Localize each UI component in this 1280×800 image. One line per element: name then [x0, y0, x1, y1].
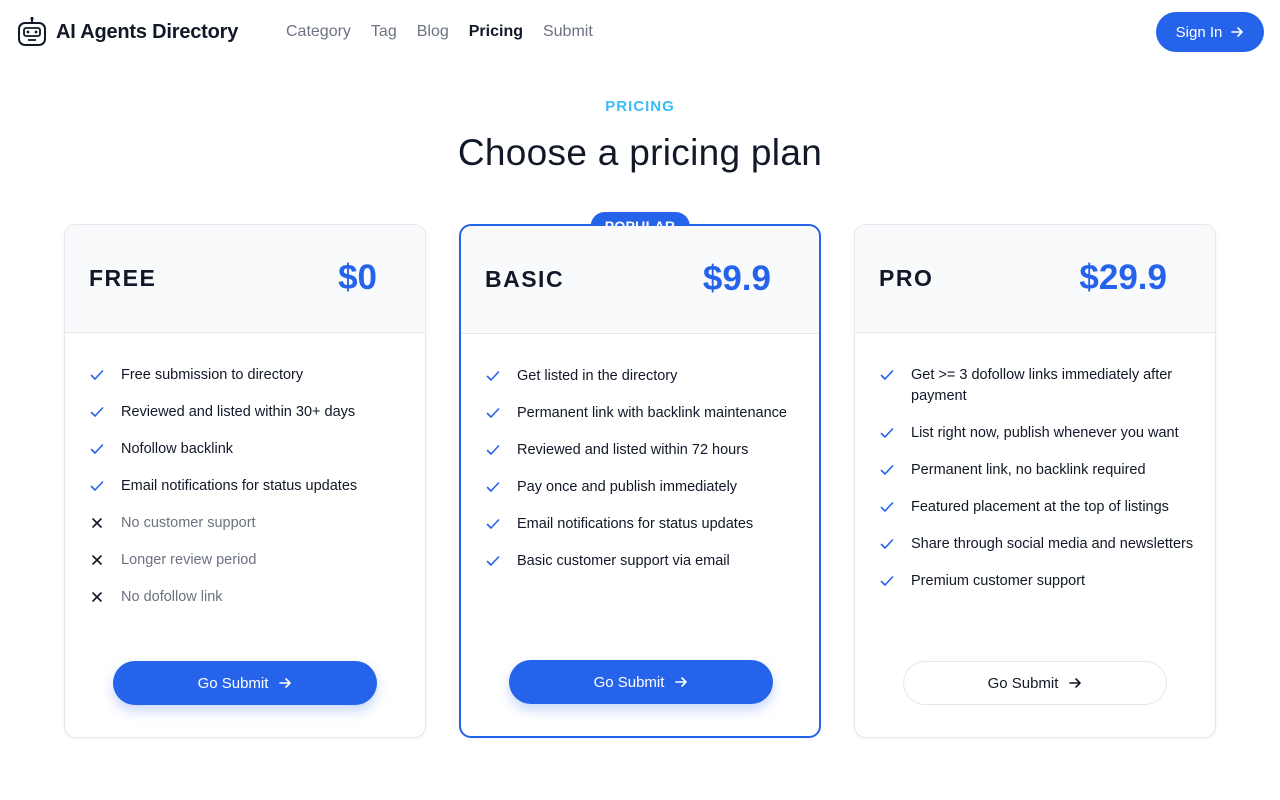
plan-name: PRO: [879, 265, 934, 291]
feature-item: Email notifications for status updates: [485, 514, 799, 535]
feature-text: Email notifications for status updates: [121, 478, 358, 494]
check-icon: [486, 482, 500, 492]
feature-text: Email notifications for status updates: [517, 516, 754, 532]
plan-card-free: FREE $0 Free submission to directory Revi…: [64, 224, 426, 738]
sign-in-button[interactable]: Sign In: [1156, 12, 1264, 52]
feature-item: Reviewed and listed within 72 hours: [485, 440, 799, 461]
plan-price: $29.9: [1079, 258, 1167, 297]
arrow-right-icon: [1231, 27, 1244, 37]
feature-text: Pay once and publish immediately: [517, 479, 738, 495]
feature-item: Email notifications for status updates: [89, 476, 405, 497]
plan-name: FREE: [89, 265, 157, 291]
feature-item: List right now, publish whenever you wan…: [879, 423, 1195, 444]
feature-text: Premium customer support: [911, 573, 1086, 589]
check-icon: [880, 539, 894, 549]
check-icon: [880, 428, 894, 438]
feature-text: Get listed in the directory: [517, 368, 678, 384]
feature-item: No customer support: [89, 513, 405, 534]
check-icon: [486, 371, 500, 381]
feature-text: Basic customer support via email: [517, 553, 730, 569]
feature-text: Featured placement at the top of listing…: [911, 499, 1169, 515]
plan-header: FREE $0: [65, 225, 425, 333]
brand-name: AI Agents Directory: [56, 20, 239, 43]
cta-label: Go Submit: [987, 674, 1059, 692]
plan-header: BASIC $9.9: [461, 226, 819, 334]
check-icon: [90, 481, 104, 491]
feature-item: Get listed in the directory: [485, 366, 799, 387]
cta-label: Go Submit: [197, 674, 269, 692]
nav-item-pricing[interactable]: Pricing: [469, 20, 523, 44]
check-icon: [90, 444, 104, 454]
feature-item: Nofollow backlink: [89, 439, 405, 460]
check-icon: [880, 502, 894, 512]
feature-text: List right now, publish whenever you wan…: [911, 425, 1179, 441]
feature-text: Reviewed and listed within 72 hours: [517, 442, 749, 458]
page-title: Choose a pricing plan: [457, 132, 823, 173]
feature-item: Share through social media and newslette…: [879, 534, 1195, 555]
feature-text: Free submission to directory: [121, 367, 304, 383]
plan-price: $9.9: [702, 259, 771, 298]
nav-item-tag[interactable]: Tag: [371, 20, 397, 44]
feature-item: Permanent link with backlink maintenance: [485, 403, 799, 424]
feature-text: Get >= 3 dofollow links immediately afte…: [911, 367, 1173, 404]
plan-card-pro: PRO $29.9 Get >= 3 dofollow links immedi…: [854, 224, 1216, 738]
feature-text: No dofollow link: [121, 589, 223, 605]
check-icon: [880, 370, 894, 380]
arrow-right-icon: [1069, 678, 1082, 688]
check-icon: [486, 445, 500, 455]
go-submit-button[interactable]: Go Submit: [113, 661, 377, 705]
feature-item: Free submission to directory: [89, 365, 405, 386]
feature-text: No customer support: [121, 515, 256, 531]
feature-item: Basic customer support via email: [485, 551, 799, 572]
brand-logo[interactable]: AI Agents Directory: [16, 16, 238, 48]
x-icon: [92, 518, 102, 528]
feature-text: Share through social media and newslette…: [911, 536, 1194, 552]
x-icon: [92, 592, 102, 602]
feature-list: Free submission to directory Reviewed and…: [89, 365, 405, 624]
feature-text: Permanent link, no backlink required: [911, 462, 1146, 478]
check-icon: [486, 408, 500, 418]
plan-card-basic: POPULAR BASIC $9.9 Get listed in the dir…: [459, 212, 821, 738]
plan-name: BASIC: [485, 266, 565, 292]
nav-item-blog[interactable]: Blog: [417, 20, 449, 44]
sign-in-label: Sign In: [1175, 23, 1223, 41]
feature-item: Reviewed and listed within 30+ days: [89, 402, 405, 423]
feature-list: Get >= 3 dofollow links immediately afte…: [879, 365, 1195, 608]
check-icon: [880, 576, 894, 586]
check-icon: [486, 556, 500, 566]
main-nav: Category Tag Blog Pricing Submit: [286, 20, 593, 44]
feature-list: Get listed in the directory Permanent lin…: [485, 366, 799, 588]
check-icon: [880, 465, 894, 475]
feature-item: No dofollow link: [89, 587, 405, 608]
go-submit-button[interactable]: Go Submit: [509, 660, 773, 704]
feature-item: Get >= 3 dofollow links immediately afte…: [879, 365, 1195, 407]
go-submit-button[interactable]: Go Submit: [903, 661, 1167, 705]
robot-icon: [18, 16, 46, 46]
x-icon: [92, 555, 102, 565]
feature-text: Permanent link with backlink maintenance: [517, 405, 787, 421]
feature-item: Premium customer support: [879, 571, 1195, 592]
plan-price: $0: [338, 258, 377, 297]
cta-label: Go Submit: [593, 673, 665, 691]
feature-text: Longer review period: [121, 552, 257, 568]
feature-text: Reviewed and listed within 30+ days: [121, 404, 356, 420]
nav-item-category[interactable]: Category: [286, 20, 351, 44]
nav-item-submit[interactable]: Submit: [543, 20, 593, 44]
check-icon: [90, 407, 104, 417]
arrow-right-icon: [675, 677, 688, 687]
check-icon: [486, 519, 500, 529]
section-eyebrow: PRICING: [605, 98, 675, 115]
site-header: AI Agents Directory Category Tag Blog Pr…: [0, 0, 1280, 64]
feature-item: Permanent link, no backlink required: [879, 460, 1195, 481]
check-icon: [90, 370, 104, 380]
arrow-right-icon: [279, 678, 292, 688]
plan-header: PRO $29.9: [855, 225, 1215, 333]
feature-item: Pay once and publish immediately: [485, 477, 799, 498]
feature-text: Nofollow backlink: [121, 441, 234, 457]
feature-item: Longer review period: [89, 550, 405, 571]
feature-item: Featured placement at the top of listing…: [879, 497, 1195, 518]
